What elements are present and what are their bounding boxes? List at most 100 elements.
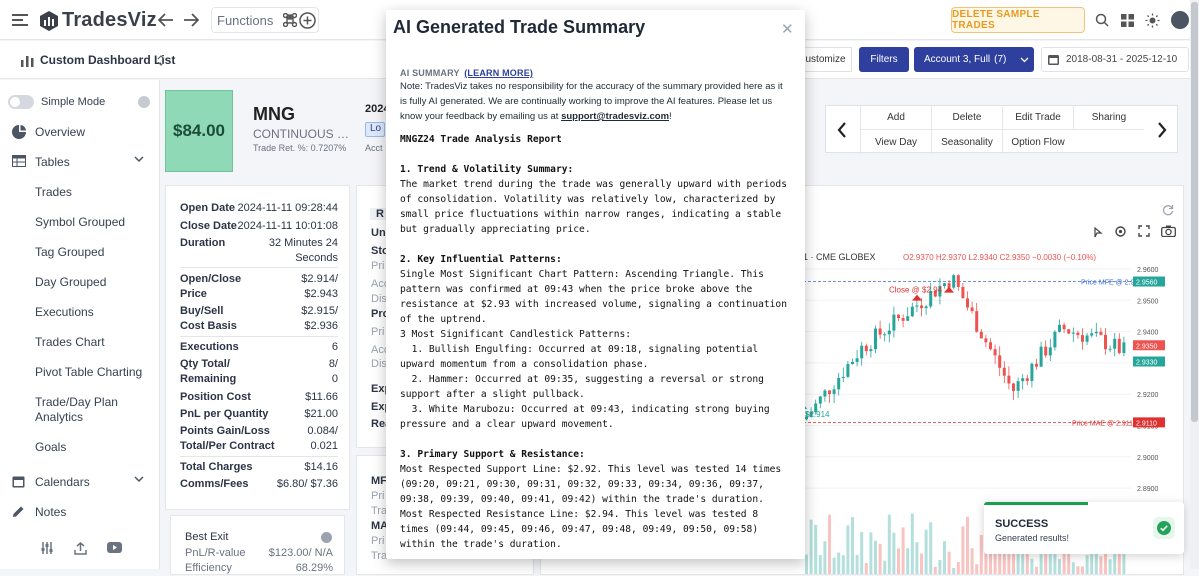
- sidebar-item-label: Executions: [35, 305, 94, 319]
- pencil-icon: [12, 505, 26, 519]
- info-icon[interactable]: [138, 96, 150, 108]
- help-icon[interactable]: [321, 532, 332, 543]
- sidebar-item-day-grouped[interactable]: Day Grouped: [0, 268, 160, 296]
- upload-icon[interactable]: [74, 542, 87, 555]
- sidebar-item-trades[interactable]: Trades: [0, 178, 160, 206]
- chevron-down-icon: [134, 156, 144, 163]
- volume-bar: [887, 514, 891, 574]
- detail-row: Qty Total/ Remaining 8/ 0: [180, 358, 338, 385]
- search-icon[interactable]: [1094, 12, 1110, 28]
- sidebar-item-goals[interactable]: Goals: [0, 433, 160, 461]
- user-avatar[interactable]: [1171, 11, 1189, 29]
- add-circle-icon[interactable]: [298, 11, 316, 29]
- candle-body: [1113, 338, 1117, 349]
- menu-icon[interactable]: [12, 12, 28, 28]
- volume-bar: [883, 560, 887, 574]
- add-button[interactable]: Add: [860, 106, 931, 130]
- theme-sun-icon[interactable]: [1143, 11, 1161, 29]
- sidebar-item-notes[interactable]: Notes: [0, 498, 160, 526]
- sidebar-item-symbol-grouped[interactable]: Symbol Grouped: [0, 208, 160, 236]
- volume-bar: [910, 513, 914, 574]
- delete-button[interactable]: Delete: [931, 106, 1002, 130]
- sidebar: Simple Mode Overview Tables Trades Symbo…: [0, 80, 160, 569]
- candle-body: [1021, 378, 1025, 382]
- toggle-switch[interactable]: [8, 95, 34, 109]
- candle-body: [818, 396, 822, 404]
- support-email-link[interactable]: support@tradesviz.com: [561, 111, 669, 122]
- candle-body: [1012, 383, 1015, 391]
- volume-bar: [855, 555, 859, 574]
- filters-button[interactable]: Filters: [859, 47, 909, 72]
- youtube-icon[interactable]: [107, 542, 122, 555]
- volume-bar: [966, 516, 969, 574]
- sidebar-item-label: Goals: [35, 440, 67, 454]
- learn-more-link[interactable]: (LEARN MORE): [464, 68, 533, 78]
- toast-title: SUCCESS: [995, 518, 1049, 530]
- prev-trade-icon[interactable]: [834, 120, 850, 140]
- apps-grid-icon[interactable]: [1119, 12, 1135, 28]
- candle-body: [874, 328, 877, 350]
- option-flow-button[interactable]: Option Flow: [1002, 130, 1073, 154]
- candle-body: [1099, 331, 1103, 335]
- scrollbar-thumb[interactable]: [1191, 2, 1198, 422]
- detail-row: Points Gain/Loss 0.084/: [180, 425, 338, 437]
- candle-body: [1039, 346, 1043, 367]
- volume-bar: [1108, 559, 1112, 574]
- date-range-picker[interactable]: 2018-08-31 - 2025-12-10: [1041, 47, 1189, 72]
- date-range-value: 2018-08-31 - 2025-12-10: [1066, 54, 1178, 65]
- trade-analysis-report: MNGZ24 Trade Analysis Report 1. Trend & …: [400, 132, 792, 552]
- sort-chevron-icon[interactable]: [156, 54, 166, 66]
- sidebar-item-tag-grouped[interactable]: Tag Grouped: [0, 238, 160, 266]
- ai-summary-label: AI SUMMARY (LEARN MORE): [400, 68, 534, 78]
- volume-bar: [841, 555, 845, 574]
- section-title: 1. Trend & Volatility Summary:: [400, 164, 574, 175]
- seasonality-button[interactable]: Seasonality: [931, 130, 1002, 154]
- pie-chart-icon: [12, 125, 26, 139]
- sidebar-item-pivot-table-charting[interactable]: Pivot Table Charting: [0, 358, 160, 386]
- volume-bar: [1085, 555, 1089, 574]
- volume-bar: [1099, 556, 1103, 574]
- candle-body: [1071, 332, 1075, 334]
- side-badge: Lo: [365, 122, 385, 137]
- simple-mode-toggle[interactable]: Simple Mode: [8, 95, 105, 109]
- sharing-button[interactable]: Sharing: [1073, 106, 1144, 130]
- sidebar-item-label: Day Grouped: [35, 275, 107, 289]
- candle-body: [1104, 334, 1107, 350]
- candle-body: [984, 338, 988, 343]
- candle-body: [901, 318, 905, 321]
- sidebar-item-label: Calendars: [35, 475, 90, 489]
- candle-body: [828, 390, 831, 395]
- app-logo[interactable]: TradesViz: [40, 9, 157, 32]
- edit-trade-button[interactable]: Edit Trade: [1002, 106, 1073, 130]
- success-toast[interactable]: SUCCESS Generated results!: [984, 502, 1184, 554]
- volume-bar: [805, 554, 808, 574]
- detail-row: Total Charges $14.16: [180, 461, 338, 473]
- sidebar-item-calendars[interactable]: Calendars: [0, 468, 160, 496]
- close-icon[interactable]: ✕: [781, 20, 794, 38]
- back-arrow-icon[interactable]: [157, 12, 175, 28]
- volume-bar: [874, 540, 877, 574]
- sidebar-item-trade-day-plan-analytics[interactable]: Trade/Day Plan Analytics: [0, 388, 160, 432]
- account-selector[interactable]: Account 3, Full (7): [914, 47, 1034, 72]
- sliders-icon[interactable]: [40, 542, 54, 555]
- candle-body: [915, 305, 919, 307]
- candle-body: [1030, 363, 1034, 381]
- last-price-tag: 2.9350: [1136, 343, 1158, 350]
- sidebar-item-tables[interactable]: Tables: [0, 148, 160, 176]
- volume-bar: [970, 548, 974, 574]
- account-count: (7): [994, 54, 1007, 65]
- volume-bar: [920, 553, 923, 574]
- modal-body: AI SUMMARY (LEARN MORE) Note: TradesViz …: [400, 68, 792, 552]
- delete-sample-trades-button[interactable]: DELETE SAMPLE TRADES: [951, 7, 1085, 33]
- forward-arrow-icon[interactable]: [182, 12, 200, 28]
- candle-body: [998, 355, 1002, 368]
- volume-bar: [975, 564, 979, 574]
- sidebar-item-trades-chart[interactable]: Trades Chart: [0, 328, 160, 356]
- view-day-button[interactable]: View Day: [860, 130, 931, 154]
- next-trade-icon[interactable]: [1154, 120, 1170, 140]
- sidebar-item-overview[interactable]: Overview: [0, 118, 160, 146]
- candle-body: [970, 307, 974, 312]
- sidebar-item-executions[interactable]: Executions: [0, 298, 160, 326]
- customize-button[interactable]: ustomize: [800, 47, 852, 72]
- candle-body: [1122, 342, 1126, 354]
